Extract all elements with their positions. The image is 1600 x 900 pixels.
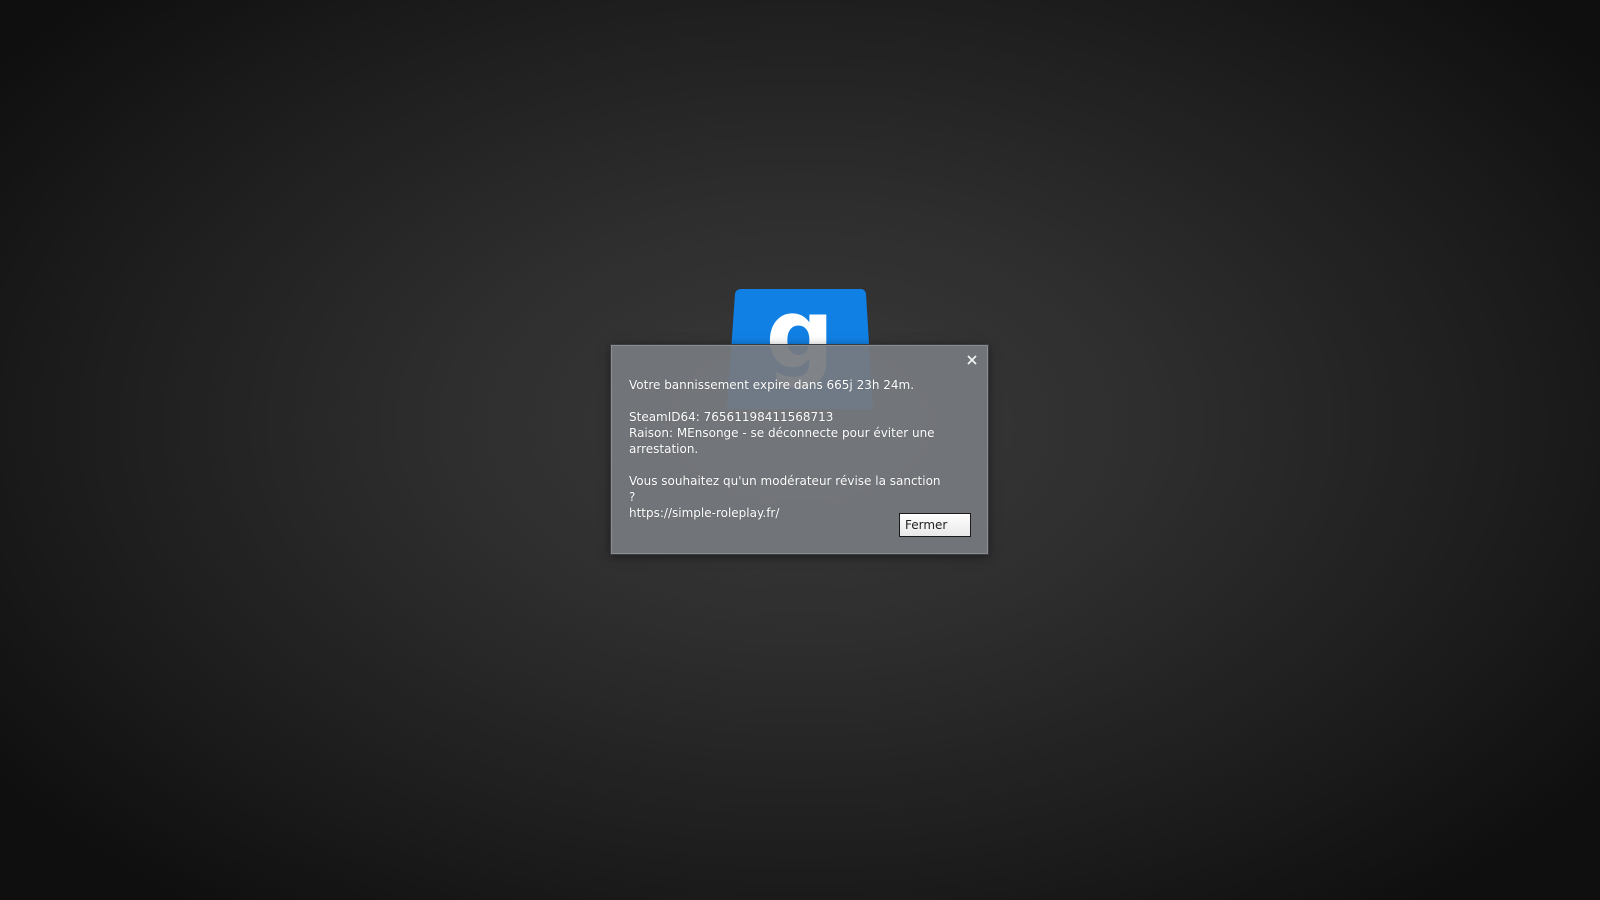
reason-text-cont: arrestation.: [629, 442, 699, 456]
ban-dialog: Votre bannissement expire dans 665j 23h …: [611, 345, 988, 554]
close-button[interactable]: Fermer: [899, 513, 971, 537]
steamid-text: SteamID64: 76561198411568713: [629, 410, 834, 424]
ban-expiry-text: Votre bannissement expire dans 665j 23h …: [629, 378, 915, 392]
ban-message: Votre bannissement expire dans 665j 23h …: [629, 377, 949, 521]
reason-text: Raison: MEnsonge - se déconnecte pour év…: [629, 426, 935, 440]
appeal-question-text: Vous souhaitez qu'un modérateur révise l…: [629, 474, 941, 504]
close-icon[interactable]: [964, 352, 980, 368]
